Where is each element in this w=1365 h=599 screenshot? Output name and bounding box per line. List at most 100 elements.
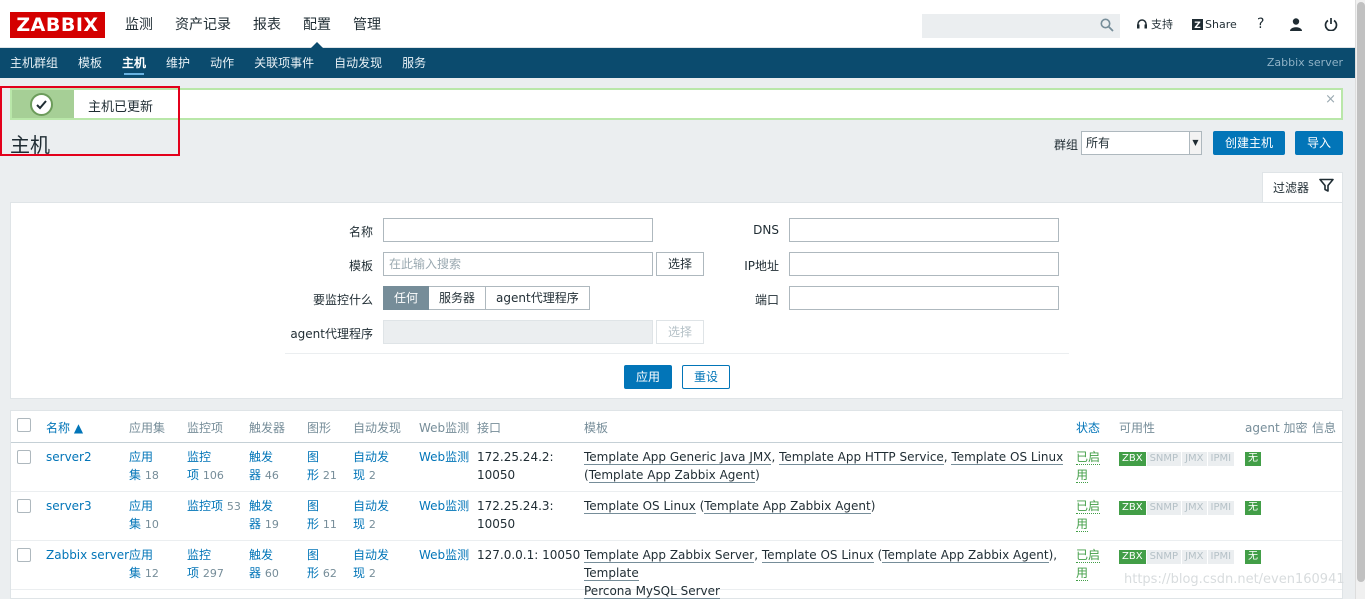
- vertical-scrollbar[interactable]: [1355, 0, 1365, 599]
- sub-menu-hosts[interactable]: 主机: [112, 48, 156, 78]
- scrollbar-thumb[interactable]: [1357, 2, 1365, 582]
- interface-address: 127.0.0.1: 10050: [477, 548, 581, 562]
- graphs-cell: 图形 11: [307, 497, 337, 534]
- template-link[interactable]: Template App Zabbix Agent: [588, 468, 756, 483]
- discovery-link-text: 自动发: [353, 499, 390, 513]
- monitored-by-proxy[interactable]: agent代理程序: [486, 286, 590, 310]
- template-link[interactable]: Template App Generic Java JMX: [584, 450, 772, 465]
- template-select-button[interactable]: 选择: [656, 252, 704, 276]
- ip-input[interactable]: [789, 252, 1059, 276]
- zabbix-logo[interactable]: ZABBIX: [10, 12, 105, 38]
- template-link[interactable]: Template: [584, 566, 639, 581]
- encryption-badge: 无: [1245, 452, 1261, 466]
- template-link[interactable]: Template OS Linux: [761, 548, 874, 563]
- main-menu-administration[interactable]: 管理: [342, 0, 392, 48]
- sub-menu-maintenance[interactable]: 维护: [156, 48, 200, 78]
- triggers-cell: 触发器 19: [249, 497, 279, 534]
- status-enabled-link[interactable]: 用: [1076, 566, 1089, 581]
- status-enabled-link[interactable]: 用: [1076, 468, 1089, 483]
- template-link[interactable]: Template App HTTP Service: [779, 450, 944, 465]
- apply-button[interactable]: 应用: [624, 365, 672, 389]
- graphs-cell: 图形 62: [307, 546, 337, 583]
- discovery-count: 2: [368, 567, 376, 580]
- reset-button[interactable]: 重设: [682, 365, 730, 389]
- triggers-cell: 触发器 46: [249, 448, 279, 485]
- select-all-checkbox[interactable]: [17, 418, 31, 432]
- main-menu-inventory[interactable]: 资产记录: [164, 0, 242, 48]
- row-checkbox[interactable]: [17, 499, 31, 513]
- group-select[interactable]: 所有 ▼: [1081, 131, 1202, 155]
- group-select-value: 所有: [1086, 136, 1111, 150]
- status-enabled-link[interactable]: 用: [1076, 517, 1089, 532]
- template-link[interactable]: Template App Zabbix Agent: [704, 499, 871, 514]
- user-profile-icon[interactable]: [1289, 0, 1303, 48]
- main-menu-monitoring[interactable]: 监测: [114, 0, 164, 48]
- main-menu-configuration[interactable]: 配置: [292, 0, 342, 48]
- monitored-by-any[interactable]: 任何: [383, 286, 430, 310]
- items-count: 106: [202, 469, 224, 482]
- interface-port: 10050: [477, 468, 516, 482]
- port-input[interactable]: [789, 286, 1059, 310]
- name-input[interactable]: [383, 218, 653, 242]
- template-link[interactable]: Template App Zabbix Server: [584, 548, 755, 563]
- search-icon[interactable]: [1100, 18, 1114, 36]
- availability-indicators: ZBX SNMP JMX IPMI: [1119, 501, 1235, 515]
- sub-menu-correlation[interactable]: 关联项事件: [244, 48, 324, 78]
- template-link[interactable]: Template OS Linux: [584, 499, 696, 514]
- port-label: 端口: [754, 293, 779, 307]
- search-input[interactable]: [922, 14, 1120, 38]
- host-name-link[interactable]: server3: [46, 499, 92, 513]
- graphs-count: 11: [322, 518, 337, 531]
- column-header-triggers: 触发器: [249, 421, 286, 435]
- column-header-status[interactable]: 状态: [1076, 419, 1100, 436]
- items-link[interactable]: 监控项: [187, 499, 223, 513]
- triggers-link-text: 器: [249, 566, 262, 580]
- close-icon[interactable]: ×: [1325, 92, 1336, 107]
- template-input[interactable]: 在此输入搜索: [383, 252, 653, 276]
- status-enabled-link[interactable]: 已启: [1076, 499, 1101, 514]
- help-icon[interactable]: ?: [1257, 0, 1264, 48]
- filter-tab[interactable]: 过滤器: [1262, 172, 1343, 202]
- status-enabled-link[interactable]: 已启: [1076, 548, 1101, 563]
- availability-snmp: SNMP: [1146, 550, 1182, 564]
- sub-menu-host-groups[interactable]: 主机群组: [0, 48, 68, 78]
- import-button[interactable]: 导入: [1295, 131, 1343, 155]
- sub-menu-discovery[interactable]: 自动发现: [324, 48, 392, 78]
- filter-panel: 名称 模板 在此输入搜索 选择 要监控什么 任何 服务器 agent代理程序 a…: [10, 202, 1343, 399]
- row-checkbox[interactable]: [17, 450, 31, 464]
- share-link[interactable]: Z Share: [1192, 0, 1237, 48]
- support-link[interactable]: 支持: [1136, 0, 1173, 48]
- graphs-cell: 图形 21: [307, 448, 337, 485]
- monitored-by-server[interactable]: 服务器: [429, 286, 487, 310]
- server-name: Zabbix server: [1266, 56, 1343, 69]
- row-checkbox[interactable]: [17, 548, 31, 562]
- create-host-button[interactable]: 创建主机: [1213, 131, 1285, 155]
- funnel-icon: [1319, 178, 1334, 196]
- chevron-down-icon: ▼: [1189, 132, 1201, 154]
- sign-out-icon[interactable]: [1324, 0, 1338, 48]
- web-link[interactable]: Web监测: [419, 499, 469, 513]
- web-link[interactable]: Web监测: [419, 450, 469, 464]
- column-header-discovery: 自动发现: [353, 421, 402, 435]
- discovery-link-text: 现: [353, 517, 366, 531]
- applications-link-text: 集: [129, 468, 142, 482]
- triggers-link-text: 器: [249, 517, 262, 531]
- host-name-link[interactable]: server2: [46, 450, 92, 464]
- template-link[interactable]: Template OS Linux: [951, 450, 1064, 465]
- main-menu-reports[interactable]: 报表: [242, 0, 292, 48]
- dns-input[interactable]: [789, 218, 1059, 242]
- triggers-count: 46: [264, 469, 279, 482]
- graphs-link[interactable]: 图形: [307, 548, 319, 580]
- graphs-link[interactable]: 图形: [307, 499, 319, 531]
- sub-menu-actions[interactable]: 动作: [200, 48, 244, 78]
- triggers-cell: 触发器 60: [249, 546, 279, 583]
- sub-menu-templates[interactable]: 模板: [68, 48, 112, 78]
- host-name-link[interactable]: Zabbix server: [46, 548, 129, 562]
- web-link[interactable]: Web监测: [419, 548, 469, 562]
- sub-menu-services[interactable]: 服务: [392, 48, 436, 78]
- graphs-link[interactable]: 图形: [307, 450, 319, 482]
- template-link[interactable]: Template App Zabbix Agent: [882, 548, 1049, 563]
- template-link[interactable]: Percona MySQL Server: [584, 584, 720, 599]
- status-enabled-link[interactable]: 已启: [1076, 450, 1101, 465]
- column-header-name[interactable]: 名称 ▲: [46, 419, 83, 436]
